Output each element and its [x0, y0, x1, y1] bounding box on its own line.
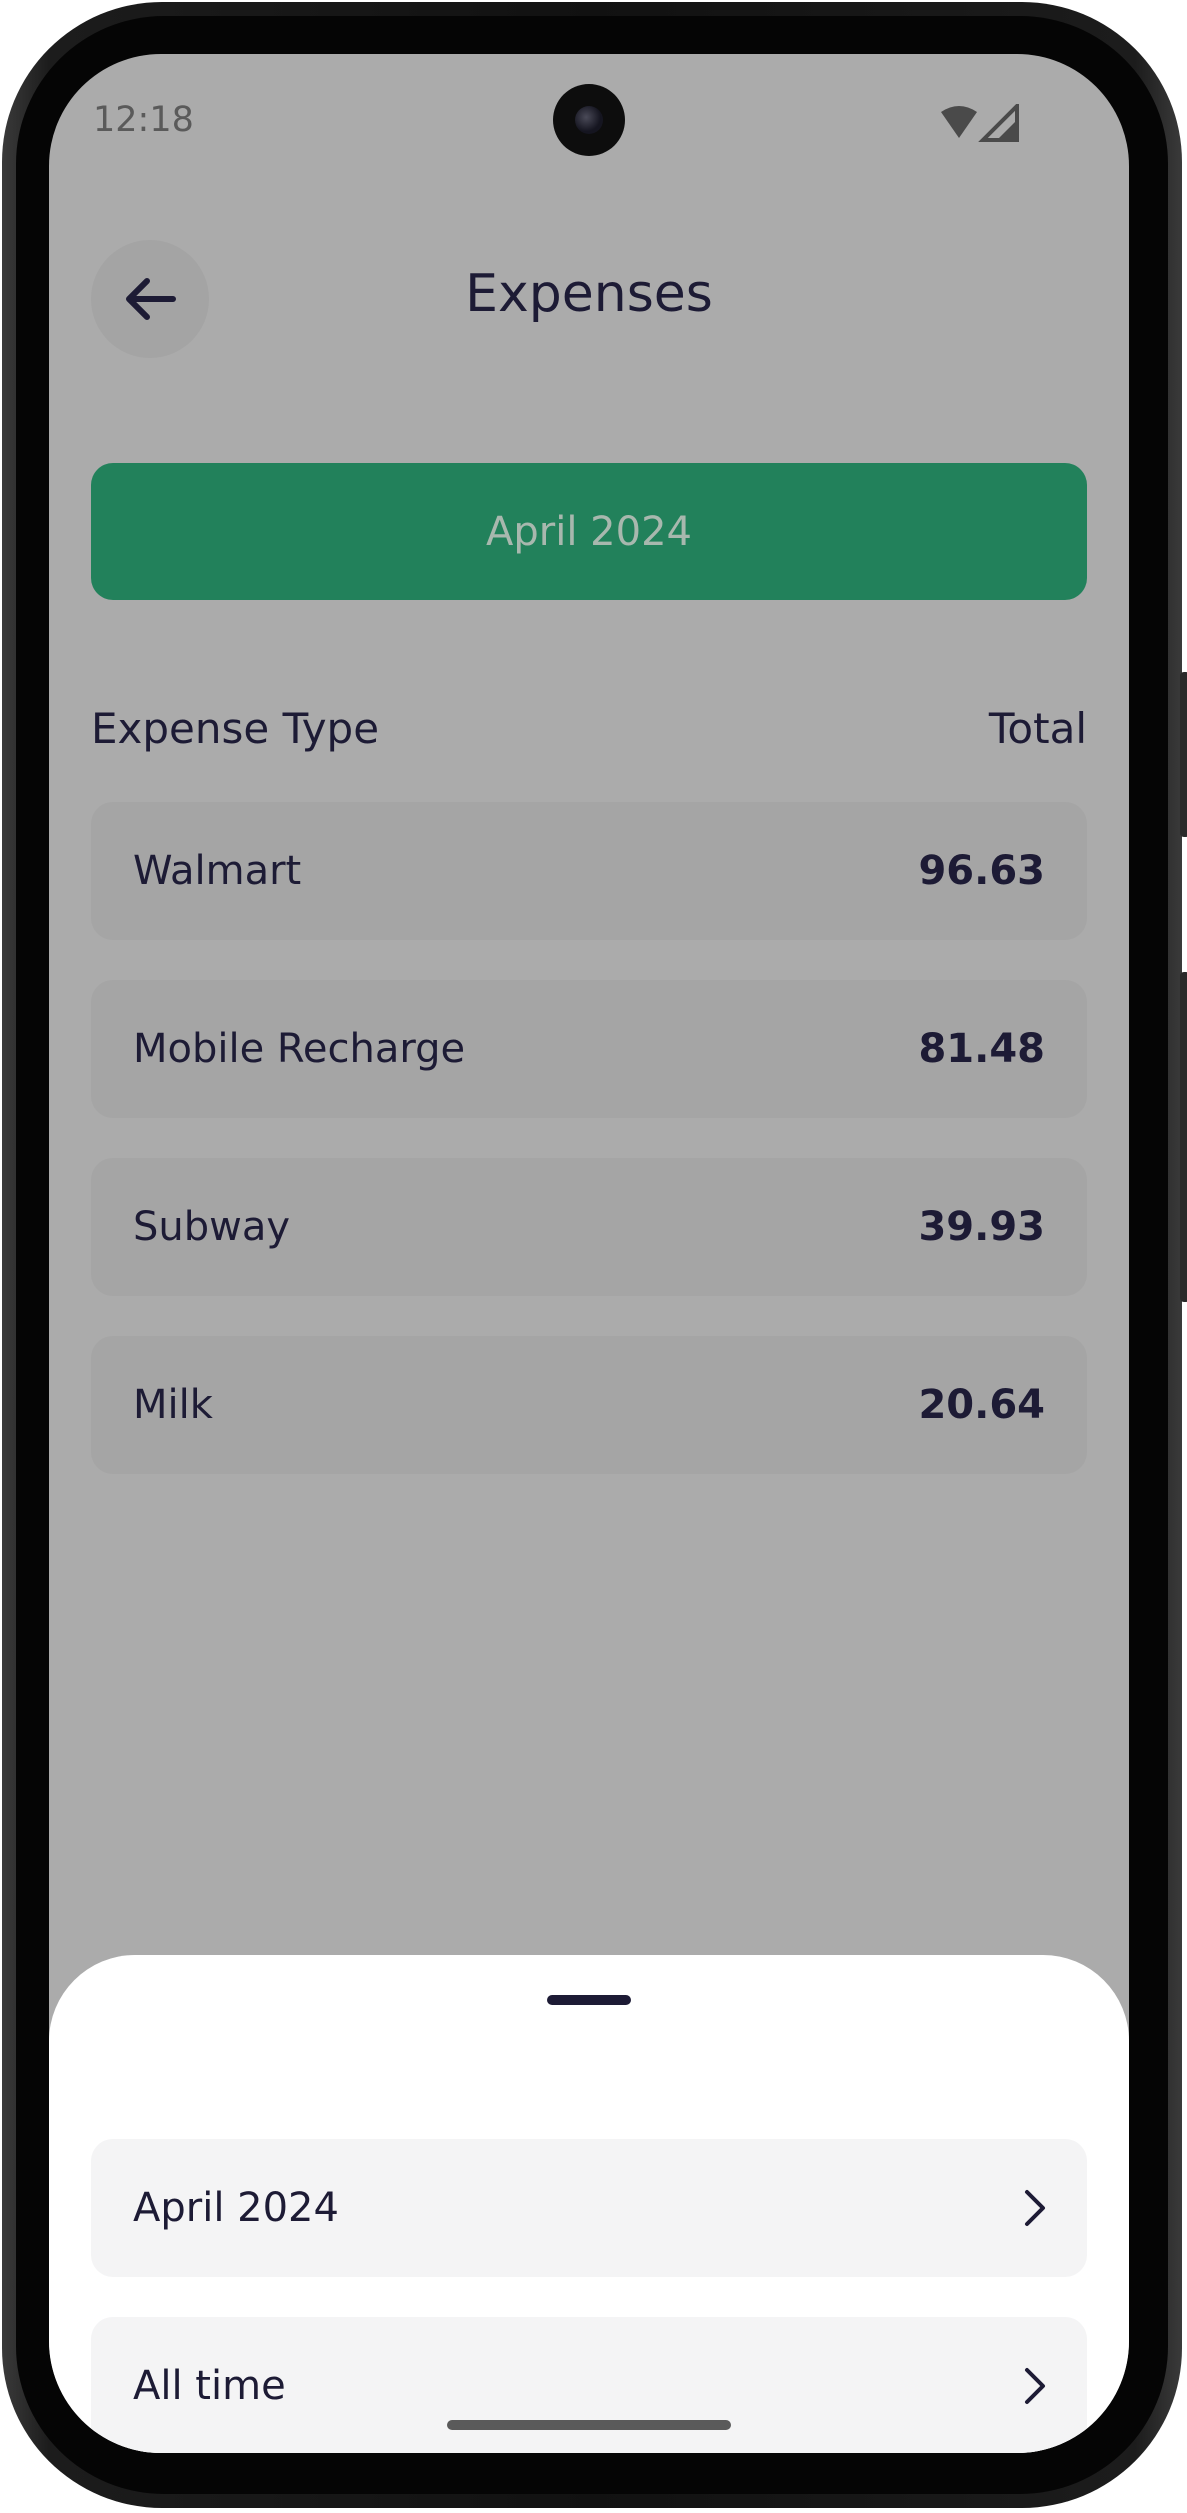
- expense-name: Milk: [133, 1382, 213, 1428]
- home-indicator[interactable]: [447, 2420, 731, 2430]
- expense-row-walmart[interactable]: Walmart 96.63: [91, 802, 1087, 940]
- period-label: April 2024: [486, 508, 692, 555]
- page-title: Expenses: [465, 264, 713, 324]
- column-header-expense-type: Expense Type: [91, 704, 380, 753]
- expense-total: 81.48: [918, 1026, 1045, 1072]
- expense-name: Mobile Recharge: [133, 1026, 466, 1072]
- volume-button: [1180, 672, 1187, 837]
- expense-row-milk[interactable]: Milk 20.64: [91, 1336, 1087, 1474]
- status-icons: [941, 104, 1019, 142]
- period-select-button[interactable]: April 2024: [91, 463, 1087, 600]
- status-time: 12:18: [93, 100, 194, 140]
- expense-row-subway[interactable]: Subway 39.93: [91, 1158, 1087, 1296]
- expense-total: 96.63: [918, 848, 1045, 894]
- expense-row-mobile-recharge[interactable]: Mobile Recharge 81.48: [91, 980, 1087, 1118]
- power-button: [1180, 972, 1187, 1302]
- sheet-drag-handle[interactable]: [547, 1995, 631, 2005]
- period-bottom-sheet: April 2024 All time: [49, 1955, 1129, 2453]
- sheet-option-april-2024[interactable]: April 2024: [91, 2139, 1087, 2277]
- chevron-right-icon: [1025, 2368, 1045, 2404]
- option-label: All time: [133, 2363, 286, 2409]
- column-header-total: Total: [988, 704, 1087, 753]
- expense-name: Subway: [133, 1204, 291, 1250]
- expense-total: 20.64: [918, 1382, 1045, 1428]
- sheet-option-all-time[interactable]: All time: [91, 2317, 1087, 2453]
- wifi-icon: [941, 106, 977, 138]
- chevron-right-icon: [1025, 2190, 1045, 2226]
- screen: 12:18 Expenses April 2024 Expense Type T…: [49, 54, 1129, 2453]
- expense-name: Walmart: [133, 848, 302, 894]
- expense-total: 39.93: [918, 1204, 1045, 1250]
- front-camera: [553, 84, 625, 156]
- option-label: April 2024: [133, 2185, 339, 2231]
